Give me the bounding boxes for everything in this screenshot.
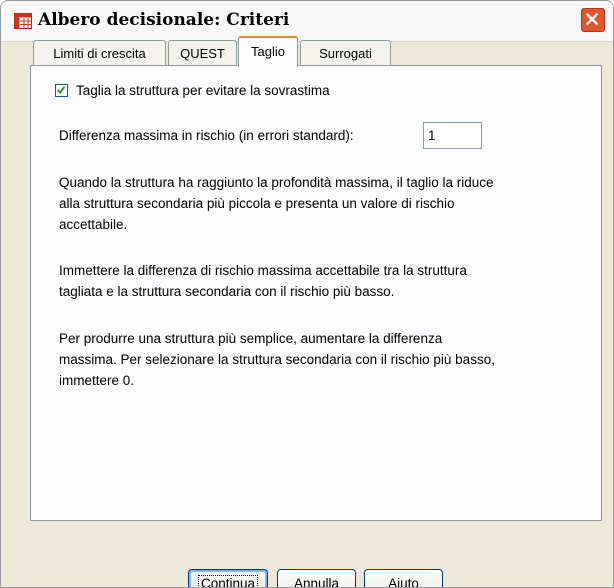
help-button[interactable]: Aiuto <box>364 569 443 587</box>
continue-button-label: Continua <box>197 575 259 587</box>
tree-grid-icon <box>14 13 32 29</box>
max-diff-input[interactable] <box>423 122 482 149</box>
window-title: Albero decisionale: Criteri <box>38 10 290 30</box>
paragraph-line: accettabile. <box>59 217 128 232</box>
prune-checkbox-label[interactable]: Taglia la struttura per evitare la sovra… <box>76 80 330 101</box>
tab-quest[interactable]: QUEST <box>168 40 237 65</box>
paragraph-line: Immettere la differenza di rischio massi… <box>59 263 467 278</box>
cancel-button[interactable]: Annulla <box>277 569 356 587</box>
checkmark-icon <box>56 86 66 95</box>
description-paragraph-2: Immettere la differenza di rischio massi… <box>59 260 579 302</box>
tab-surrogati[interactable]: Surrogati <box>300 40 391 65</box>
close-icon <box>586 13 598 25</box>
description-paragraph-3: Per produrre una struttura più semplice,… <box>59 328 589 391</box>
dialog-window: Albero decisionale: Criteri Limiti di cr… <box>0 0 614 588</box>
paragraph-line: massima. Per selezionare la struttura se… <box>59 352 495 367</box>
paragraph-line: Per produrre una struttura più semplice,… <box>59 331 443 346</box>
tab-panel-taglio: Taglia la struttura per evitare la sovra… <box>30 65 602 521</box>
continue-button[interactable]: Continua <box>188 569 268 587</box>
max-diff-label: Differenza massima in rischio (in errori… <box>59 128 354 143</box>
tab-limiti-di-crescita[interactable]: Limiti di crescita <box>33 40 166 65</box>
paragraph-line: Quando la struttura ha raggiunto la prof… <box>59 175 494 190</box>
close-button[interactable] <box>581 8 605 32</box>
paragraph-line: tagliata e la struttura secondaria con i… <box>59 284 395 299</box>
paragraph-line: alla struttura secondaria più piccola e … <box>59 196 455 211</box>
title-bar[interactable]: Albero decisionale: Criteri <box>1 1 613 42</box>
paragraph-line: immettere 0. <box>59 373 135 388</box>
description-paragraph-1: Quando la struttura ha raggiunto la prof… <box>59 172 579 235</box>
tab-taglio[interactable]: Taglio <box>238 36 298 67</box>
prune-checkbox[interactable] <box>55 84 68 97</box>
